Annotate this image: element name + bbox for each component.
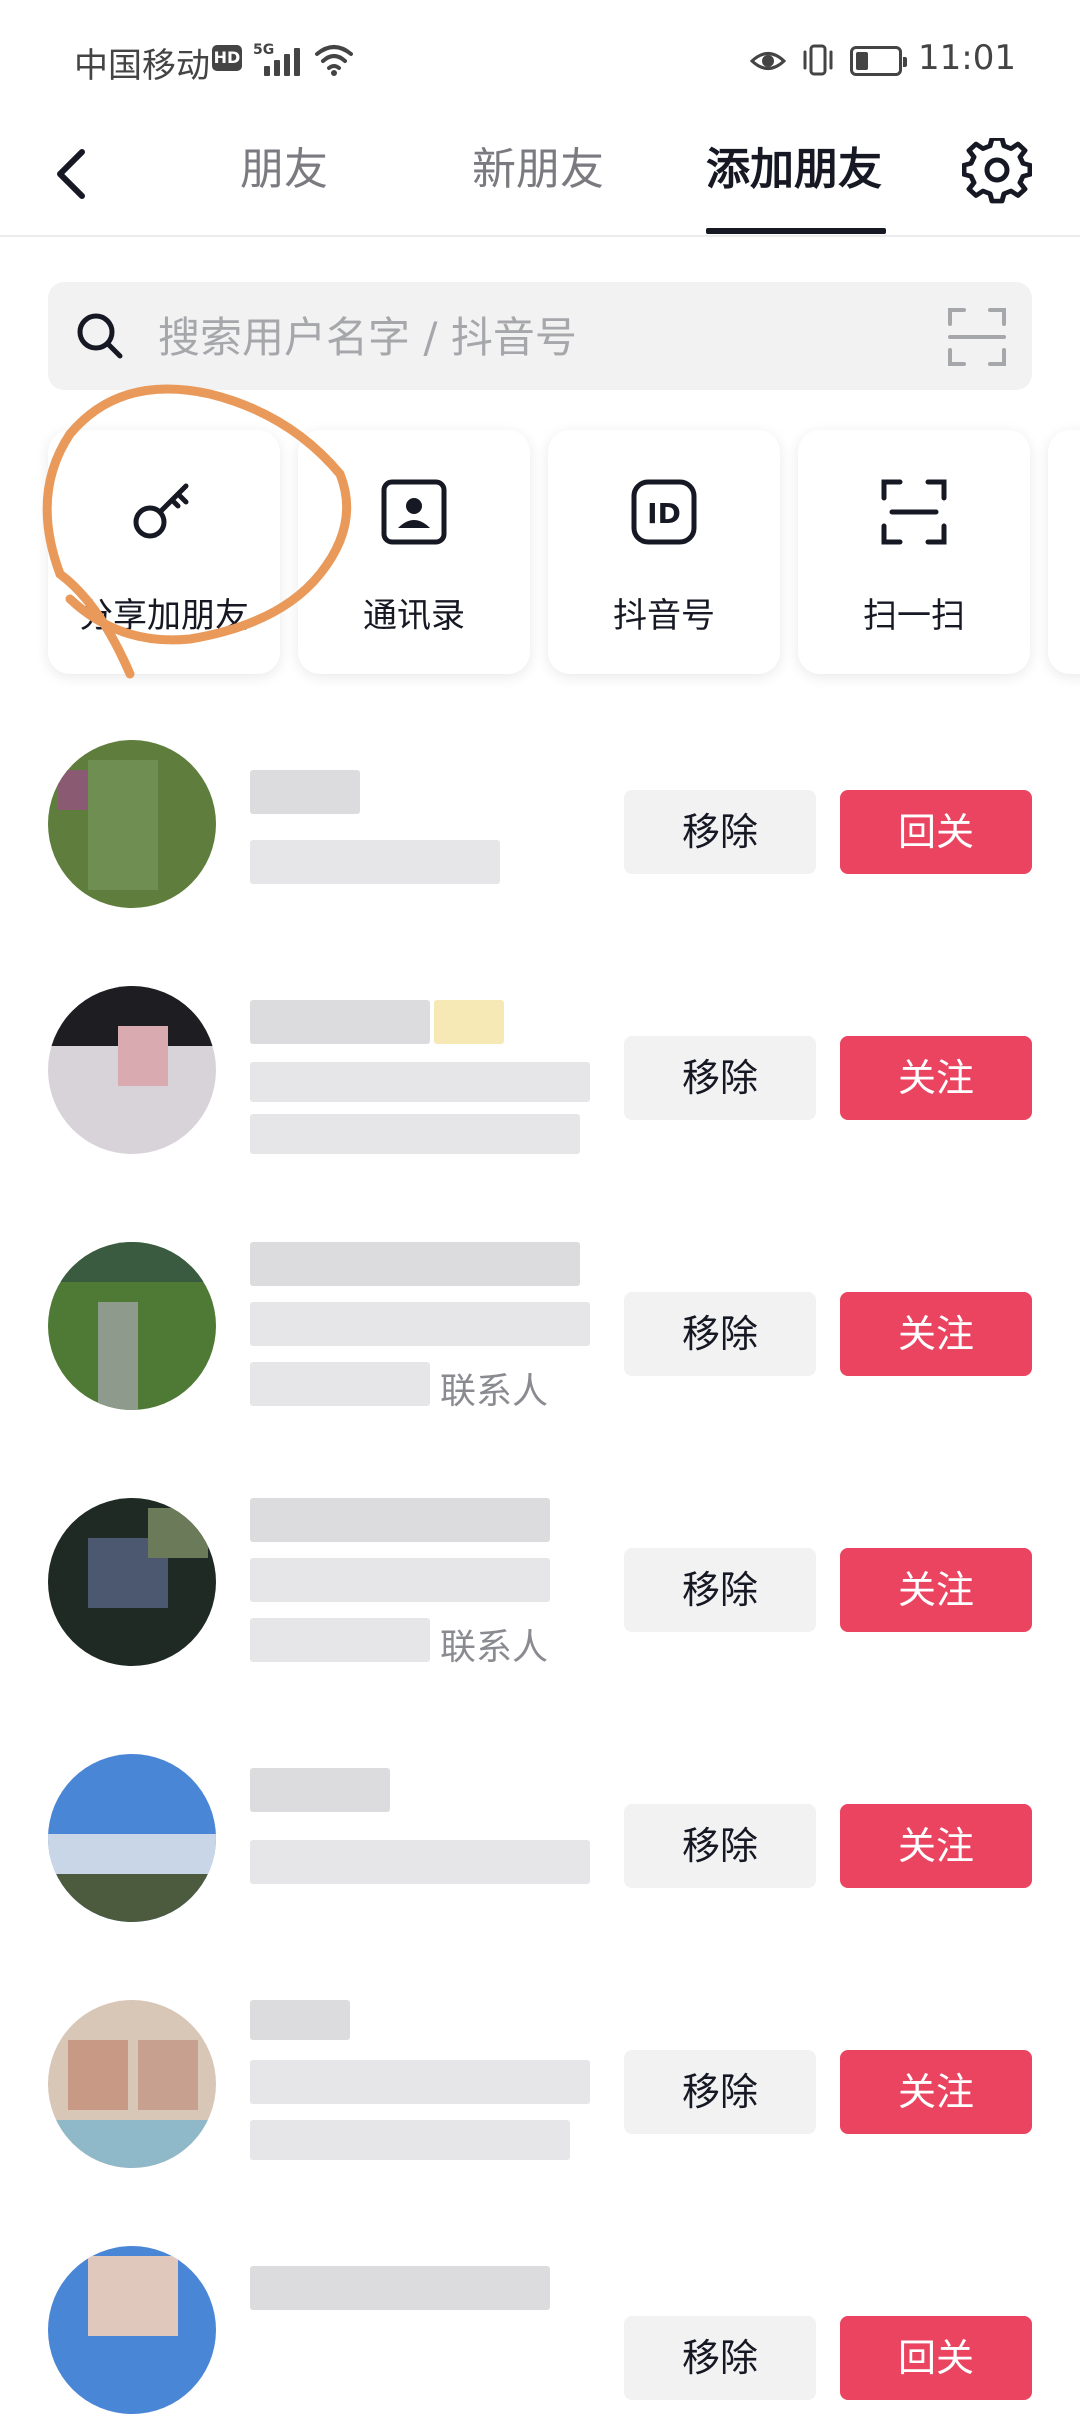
scan-card[interactable]: 扫一扫: [798, 430, 1030, 674]
remove-button[interactable]: 移除: [624, 2316, 816, 2400]
clock: 11:01: [918, 38, 1016, 78]
list-item[interactable]: 移除 回关: [0, 2206, 1080, 2436]
list-item[interactable]: 联系人 移除 关注: [0, 1202, 1080, 1432]
subtitle-redacted: [250, 1840, 590, 1884]
avatar[interactable]: [48, 1498, 216, 1666]
active-tab-indicator: [706, 228, 886, 234]
follow-button[interactable]: 关注: [840, 1036, 1032, 1120]
avatar[interactable]: [48, 2246, 216, 2414]
hd-badge: HD: [212, 45, 242, 71]
status-bar: 中国移动 HD 5G 11:01: [0, 0, 1080, 120]
mutual-contact-hint: 联系人: [440, 1371, 549, 1412]
tab-new-friends[interactable]: 新朋友: [472, 140, 604, 200]
quick-actions: 分享加朋友 通讯录 ID 抖音号 扫一扫: [0, 430, 1080, 680]
subtitle-redacted: [250, 1618, 430, 1662]
tab-add-friends[interactable]: 添加朋友: [706, 140, 882, 200]
remove-button[interactable]: 移除: [624, 1036, 816, 1120]
follow-back-button[interactable]: 回关: [840, 2316, 1032, 2400]
svg-text:ID: ID: [647, 497, 681, 530]
avatar[interactable]: [48, 1754, 216, 1922]
subtitle-redacted: [250, 1558, 550, 1602]
badge-redacted: [434, 1000, 504, 1044]
signal-icon: [264, 46, 308, 76]
gear-icon[interactable]: [962, 138, 1032, 208]
list-item[interactable]: 移除 回关: [0, 700, 1080, 930]
avatar[interactable]: [48, 2000, 216, 2168]
follow-button[interactable]: 关注: [840, 1292, 1032, 1376]
remove-button[interactable]: 移除: [624, 1804, 816, 1888]
scan-icon[interactable]: [946, 306, 1008, 368]
search-input[interactable]: [156, 306, 940, 368]
nickname-redacted: [250, 770, 360, 814]
list-item[interactable]: 联系人 移除 关注: [0, 1458, 1080, 1688]
battery-icon: [850, 46, 907, 76]
list-item[interactable]: 移除 关注: [0, 1714, 1080, 1944]
avatar[interactable]: [48, 986, 216, 1154]
battery-level: [856, 52, 868, 70]
remove-button[interactable]: 移除: [624, 790, 816, 874]
vibrate-icon: [803, 44, 833, 76]
follow-button[interactable]: 关注: [840, 1804, 1032, 1888]
scan-label: 扫一扫: [863, 596, 965, 636]
follow-button[interactable]: 关注: [840, 2050, 1032, 2134]
eye-icon: [750, 52, 786, 70]
subtitle-redacted: [250, 840, 500, 884]
remove-button[interactable]: 移除: [624, 1292, 816, 1376]
key-icon: [133, 483, 189, 539]
contact-book-icon: [381, 479, 447, 545]
id-icon: ID: [631, 479, 697, 545]
avatar[interactable]: [48, 740, 216, 908]
search-bar[interactable]: [48, 282, 1032, 390]
search-icon: [77, 313, 123, 359]
nickname-redacted: [250, 1242, 580, 1286]
mutual-contact-hint: 联系人: [440, 1627, 549, 1668]
nickname-redacted: [250, 1498, 550, 1542]
contacts-label: 通讯录: [363, 596, 465, 636]
douyin-id-label: 抖音号: [613, 596, 715, 636]
list-item[interactable]: 移除 关注: [0, 1960, 1080, 2190]
avatar[interactable]: [48, 1242, 216, 1410]
subtitle-redacted: [250, 2120, 570, 2160]
list-item[interactable]: 移除 关注: [0, 946, 1080, 1176]
follow-button[interactable]: 关注: [840, 1548, 1032, 1632]
scan-icon: [881, 479, 947, 545]
more-card-peek[interactable]: [1048, 430, 1080, 674]
wifi-icon: [315, 45, 353, 76]
carrier-label: 中国移动: [74, 46, 210, 86]
share-add-friend-card[interactable]: 分享加朋友: [48, 430, 280, 674]
nickname-redacted: [250, 2266, 550, 2310]
subtitle-redacted: [250, 2060, 590, 2104]
top-nav: 朋友 新朋友 添加朋友: [0, 120, 1080, 237]
subtitle-redacted: [250, 1302, 590, 1346]
contacts-card[interactable]: 通讯录: [298, 430, 530, 674]
follow-back-button[interactable]: 回关: [840, 790, 1032, 874]
nickname-redacted: [250, 2000, 350, 2040]
remove-button[interactable]: 移除: [624, 1548, 816, 1632]
nickname-redacted: [250, 1000, 430, 1044]
tab-friends[interactable]: 朋友: [240, 140, 328, 200]
share-add-friend-label: 分享加朋友: [79, 596, 249, 636]
subtitle-redacted: [250, 1114, 580, 1154]
chevron-left-icon[interactable]: [44, 138, 104, 208]
remove-button[interactable]: 移除: [624, 2050, 816, 2134]
subtitle-redacted: [250, 1062, 590, 1102]
subtitle-redacted: [250, 1362, 430, 1406]
douyin-id-card[interactable]: ID 抖音号: [548, 430, 780, 674]
nickname-redacted: [250, 1768, 390, 1812]
